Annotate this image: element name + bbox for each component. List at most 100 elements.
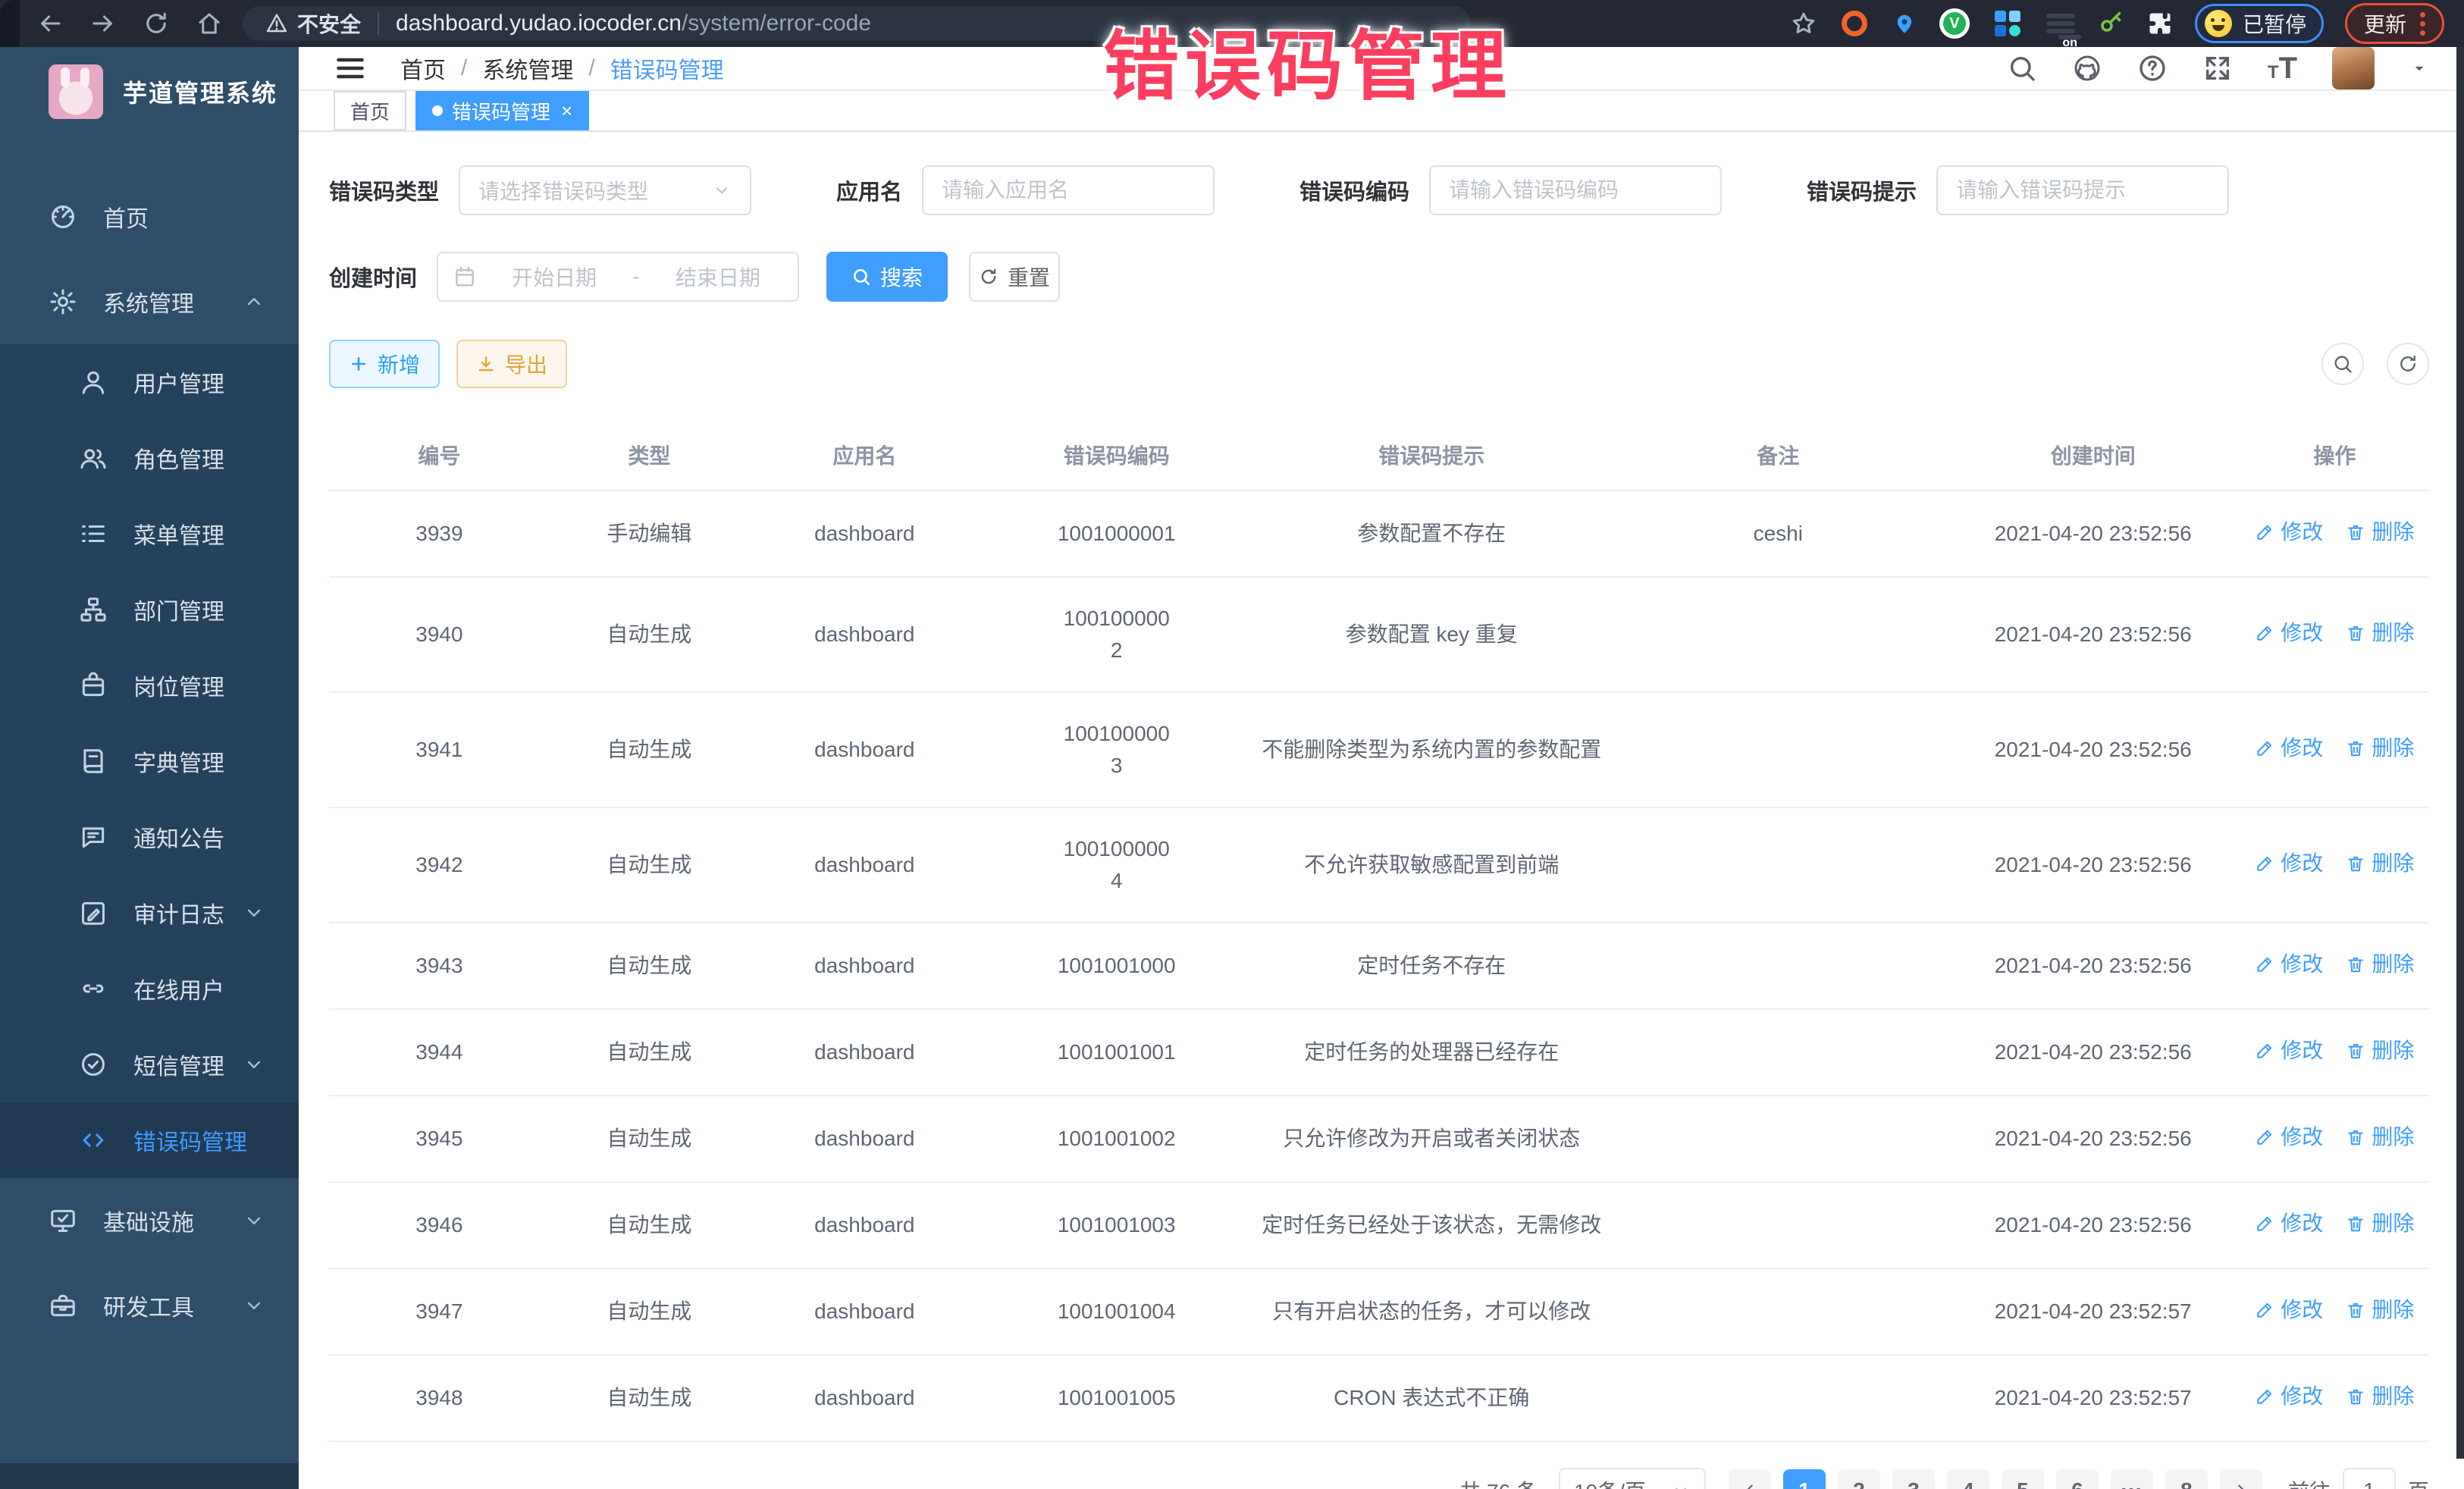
search-button[interactable]: 搜索	[826, 252, 948, 302]
github-icon[interactable]	[2072, 53, 2102, 83]
sidebar-item-label: 在线用户	[133, 972, 224, 1005]
edit-action[interactable]: 修改	[2255, 516, 2323, 548]
caret-down-icon[interactable]	[2409, 58, 2429, 78]
bookmark-star-icon[interactable]	[1790, 10, 1817, 37]
browser-back-icon[interactable]	[36, 10, 64, 37]
edit-action[interactable]: 修改	[2255, 1208, 2323, 1240]
delete-action[interactable]: 删除	[2346, 1121, 2414, 1153]
table-row: 3941自动生成dashboard1001000003不能删除类型为系统内置的参…	[329, 692, 2429, 807]
sidebar-item-岗位管理[interactable]: 岗位管理	[0, 647, 299, 723]
security-label: 不安全	[297, 8, 361, 39]
edit-action[interactable]: 修改	[2255, 732, 2323, 764]
sidebar-item-短信管理[interactable]: 短信管理	[0, 1027, 299, 1102]
extension-grid-icon[interactable]	[1992, 8, 2024, 39]
error-code-input[interactable]	[1429, 165, 1722, 215]
sidebar-item-字典管理[interactable]: 字典管理	[0, 723, 299, 799]
breadcrumb-home[interactable]: 首页	[400, 52, 446, 85]
delete-action[interactable]: 删除	[2346, 1381, 2414, 1412]
close-icon[interactable]: ×	[561, 101, 572, 121]
tab-首页[interactable]: 首页	[334, 91, 406, 130]
next-page-button[interactable]	[2220, 1469, 2262, 1489]
browser-menu-icon[interactable]	[2420, 12, 2425, 36]
sidebar-item-审计日志[interactable]: 审计日志	[0, 875, 299, 951]
sidebar-item-通知公告[interactable]: 通知公告	[0, 799, 299, 875]
create-time-range-picker[interactable]: 开始日期 - 结束日期	[437, 252, 799, 302]
extension-ring-icon[interactable]	[1839, 8, 1870, 39]
refresh-button[interactable]	[2387, 343, 2429, 385]
breadcrumb-system[interactable]: 系统管理	[482, 52, 573, 85]
delete-action[interactable]: 删除	[2346, 1294, 2414, 1326]
delete-action[interactable]: 删除	[2346, 848, 2414, 879]
search-icon[interactable]	[2007, 53, 2037, 83]
error-hint-input[interactable]	[1936, 165, 2229, 215]
page-size-select[interactable]: 10条/页	[1559, 1468, 1706, 1489]
sidebar-item-部门管理[interactable]: 部门管理	[0, 572, 299, 647]
edit-action-label: 修改	[2281, 617, 2323, 649]
sidebar-item-研发工具[interactable]: 研发工具	[0, 1263, 299, 1348]
page-button-1[interactable]: 1	[1783, 1469, 1826, 1489]
edit-action[interactable]: 修改	[2255, 1381, 2323, 1412]
browser-reload-icon[interactable]	[143, 10, 170, 37]
browser-home-icon[interactable]	[196, 10, 223, 37]
delete-action[interactable]: 删除	[2346, 1208, 2414, 1240]
sidebar-item-系统管理[interactable]: 系统管理	[0, 259, 299, 344]
delete-action[interactable]: 删除	[2346, 948, 2414, 980]
browser-scrollbar[interactable]	[2456, 47, 2464, 1459]
sidebar-item-菜单管理[interactable]: 菜单管理	[0, 496, 299, 572]
time-cell: 2021-04-20 23:52:56	[1946, 491, 2240, 577]
delete-action[interactable]: 删除	[2346, 516, 2414, 548]
page-button-5[interactable]: 5	[2002, 1469, 2044, 1489]
export-button[interactable]: 导出	[456, 340, 567, 388]
browser-update-button[interactable]: 更新	[2345, 3, 2444, 44]
extensions-puzzle-icon[interactable]	[2146, 10, 2174, 37]
dev-tools-icon	[49, 1291, 77, 1320]
logo-row[interactable]: 芋道管理系统	[0, 47, 299, 136]
edit-action[interactable]: 修改	[2255, 948, 2323, 980]
edit-action-label: 修改	[2281, 732, 2323, 764]
edit-action[interactable]: 修改	[2255, 1294, 2323, 1326]
goto-page-input[interactable]	[2343, 1468, 2396, 1489]
page-button-6[interactable]: 6	[2056, 1469, 2099, 1489]
page-button-3[interactable]: 3	[1892, 1469, 1935, 1489]
browser-forward-icon[interactable]	[89, 10, 117, 37]
hamburger-icon[interactable]	[334, 52, 367, 85]
end-date-placeholder[interactable]: 结束日期	[654, 262, 782, 292]
edit-action[interactable]: 修改	[2255, 848, 2323, 879]
font-size-icon[interactable]: TT	[2268, 53, 2297, 83]
delete-action[interactable]: 删除	[2346, 1035, 2414, 1067]
sidebar-item-角色管理[interactable]: 角色管理	[0, 420, 299, 496]
extension-list-on-icon[interactable]: on	[2045, 8, 2077, 39]
prev-page-button[interactable]	[1729, 1469, 1771, 1489]
toggle-search-button[interactable]	[2321, 343, 2364, 385]
trash-icon	[2346, 1214, 2365, 1234]
delete-action[interactable]: 删除	[2346, 732, 2414, 764]
error-type-select[interactable]: 请选择错误码类型	[459, 165, 751, 215]
more-pages-button[interactable]: •••	[2111, 1469, 2153, 1489]
tab-错误码管理[interactable]: 错误码管理×	[415, 91, 589, 130]
extension-pin-icon[interactable]	[1892, 11, 1917, 36]
sidebar-item-在线用户[interactable]: 在线用户	[0, 951, 299, 1027]
app-name-input[interactable]	[922, 165, 1215, 215]
profile-paused-badge[interactable]: 已暂停	[2195, 4, 2324, 43]
page-button-4[interactable]: 4	[1947, 1469, 1989, 1489]
extension-key-icon[interactable]	[2098, 10, 2125, 37]
sidebar-item-用户管理[interactable]: 用户管理	[0, 344, 299, 420]
fullscreen-icon[interactable]	[2202, 53, 2233, 83]
add-button[interactable]: 新增	[329, 340, 440, 388]
help-icon[interactable]	[2137, 53, 2168, 83]
security-chip[interactable]: 不安全	[265, 8, 361, 39]
sidebar-item-首页[interactable]: 首页	[0, 174, 299, 259]
start-date-placeholder[interactable]: 开始日期	[490, 262, 619, 292]
delete-action[interactable]: 删除	[2346, 617, 2414, 649]
page-button-8[interactable]: 8	[2165, 1469, 2208, 1489]
sidebar-item-错误码管理[interactable]: 错误码管理	[0, 1102, 299, 1178]
reset-button[interactable]: 重置	[969, 252, 1060, 302]
edit-action[interactable]: 修改	[2255, 617, 2323, 649]
sidebar-collapse-bar[interactable]	[0, 1463, 299, 1489]
extension-green-icon[interactable]: V	[1939, 8, 1970, 39]
user-avatar[interactable]	[2332, 47, 2375, 89]
sidebar-item-基础设施[interactable]: 基础设施	[0, 1178, 299, 1263]
page-button-2[interactable]: 2	[1838, 1469, 1880, 1489]
edit-action[interactable]: 修改	[2255, 1035, 2323, 1067]
edit-action[interactable]: 修改	[2255, 1121, 2323, 1153]
